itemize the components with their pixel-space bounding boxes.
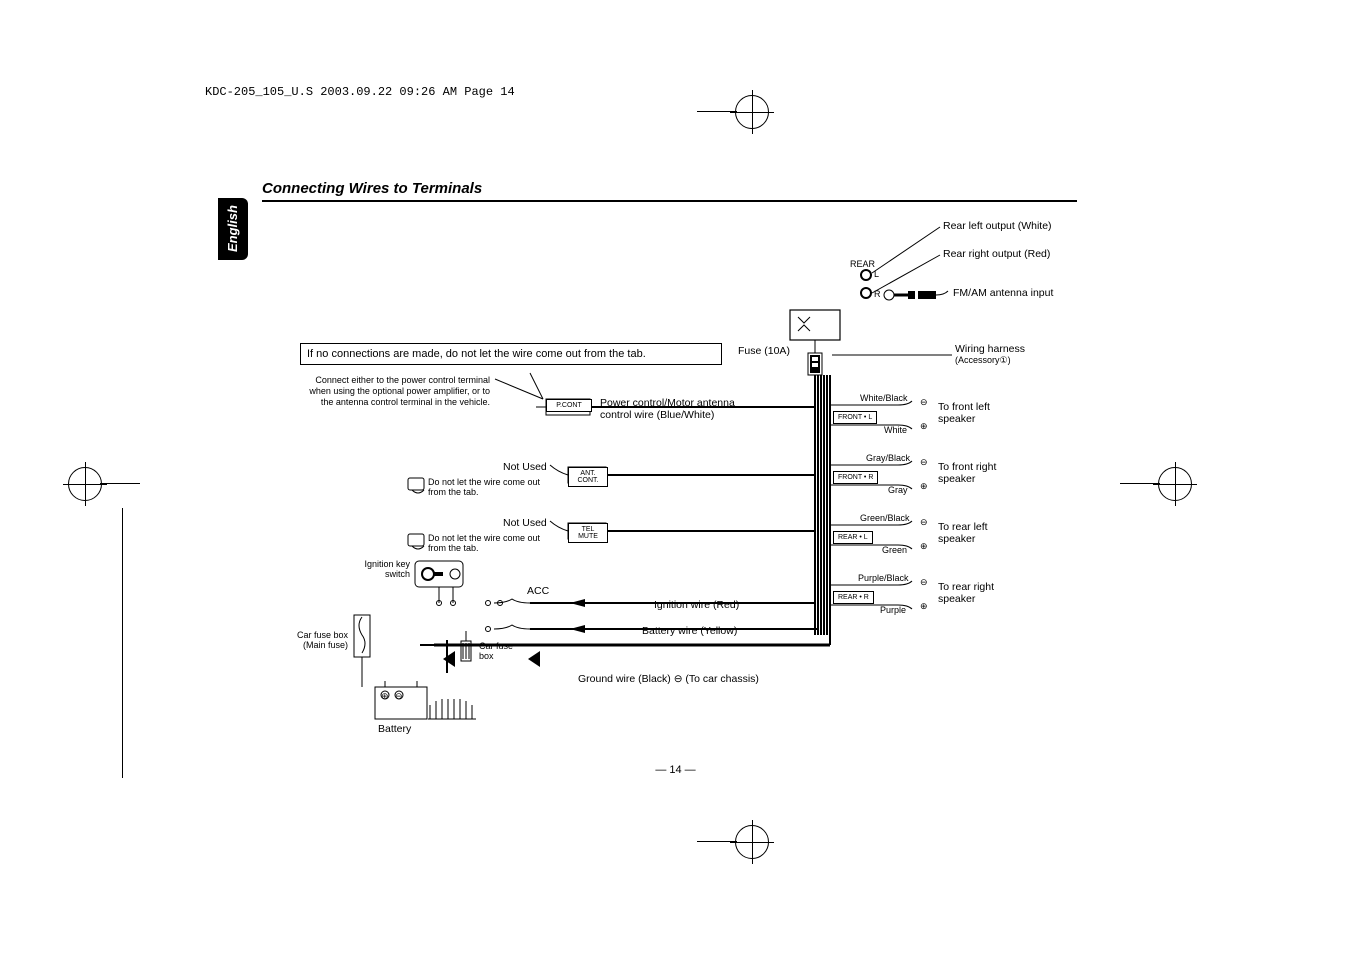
to-front-right: To front right speaker [938, 461, 1014, 485]
fl-plus: ⊕ [920, 421, 928, 432]
section-title: Connecting Wires to Terminals [262, 180, 1077, 202]
crop-mark-left [122, 508, 123, 778]
ignition-wire-label: Ignition wire (Red) [654, 599, 739, 611]
fr-plus: ⊕ [920, 481, 928, 492]
tel-mute-tab: TEL MUTE [568, 523, 608, 543]
purple-black-label: Purple/Black [858, 573, 909, 583]
acc-label: ACC [527, 585, 549, 597]
wiring-svg [300, 215, 1090, 775]
car-fuse-box2-label: Car fuse box [479, 641, 523, 661]
registration-mark-top [735, 95, 769, 129]
purple-label: Purple [880, 605, 906, 615]
to-rear-right: To rear right speaker [938, 581, 1012, 605]
wiring-diagram: Rear left output (White) Rear right outp… [300, 215, 1090, 775]
rr-plus: ⊕ [920, 601, 928, 612]
fl-minus: ⊖ [920, 397, 928, 408]
power-control-note3: the antenna control terminal in the vehi… [290, 397, 490, 407]
power-control-wire2: control wire (Blue/White) [600, 409, 714, 421]
front-l-tag: FRONT • L [833, 411, 877, 424]
car-fuse-box-label: Car fuse box (Main fuse) [280, 630, 348, 650]
rr-minus: ⊖ [920, 577, 928, 588]
wiring-harness-sub: (Accessory①) [955, 355, 1011, 366]
language-tab: English [218, 198, 248, 260]
fm-am-input-label: FM/AM antenna input [953, 287, 1053, 299]
registration-mark-right [1158, 467, 1192, 501]
rear-block-label: REAR [850, 259, 875, 269]
power-control-note1: Connect either to the power control term… [290, 375, 490, 385]
page-title: Connecting Wires to Terminals [262, 180, 1077, 200]
rl-minus: ⊖ [920, 517, 928, 528]
rear-l-tag: REAR • L [833, 531, 873, 544]
battery-label: Battery [378, 723, 411, 735]
green-label: Green [882, 545, 907, 555]
rear-l-marker: L [874, 269, 879, 279]
title-underline [262, 200, 1077, 202]
no-connections-note: If no connections are made, do not let t… [300, 343, 722, 365]
rear-right-output-label: Rear right output (Red) [943, 248, 1050, 260]
rear-left-output-label: Rear left output (White) [943, 220, 1052, 232]
rl-plus: ⊕ [920, 541, 928, 552]
power-control-note2: when using the optional power amplifier,… [290, 386, 490, 396]
ant-cont-tab: ANT. CONT. [568, 467, 608, 487]
do-not-let-1: Do not let the wire come out from the ta… [428, 477, 548, 497]
battery-wire-label: Battery wire (Yellow) [642, 625, 737, 637]
front-r-tag: FRONT • R [833, 471, 878, 484]
do-not-let-2: Do not let the wire come out from the ta… [428, 533, 548, 553]
green-black-label: Green/Black [860, 513, 910, 523]
white-black-label: White/Black [860, 393, 908, 403]
battery-minus: ⊖ [395, 691, 403, 702]
pcont-tab: P.CONT [546, 399, 592, 412]
white-label: White [884, 425, 907, 435]
wiring-harness-label: Wiring harness [955, 343, 1025, 355]
rear-r-marker: R [874, 289, 881, 299]
gray-label: Gray [888, 485, 908, 495]
fr-minus: ⊖ [920, 457, 928, 468]
rear-r-tag: REAR • R [833, 591, 874, 604]
ignition-key-label: Ignition key switch [352, 559, 410, 579]
ground-wire-label: Ground wire (Black) ⊖ (To car chassis) [578, 673, 759, 685]
registration-mark-bottom [735, 825, 769, 859]
to-front-left: To front left speaker [938, 401, 1010, 425]
battery-plus: ⊕ [381, 691, 389, 702]
gray-black-label: Gray/Black [866, 453, 910, 463]
to-rear-left: To rear left speaker [938, 521, 1008, 545]
fuse-label: Fuse (10A) [738, 345, 790, 357]
not-used-1: Not Used [503, 461, 547, 473]
page-number: — 14 — [0, 764, 1351, 776]
print-header: KDC-205_105_U.S 2003.09.22 09:26 AM Page… [205, 85, 515, 99]
not-used-2: Not Used [503, 517, 547, 529]
power-control-wire1: Power control/Motor antenna [600, 397, 735, 409]
registration-mark-left [68, 467, 102, 501]
